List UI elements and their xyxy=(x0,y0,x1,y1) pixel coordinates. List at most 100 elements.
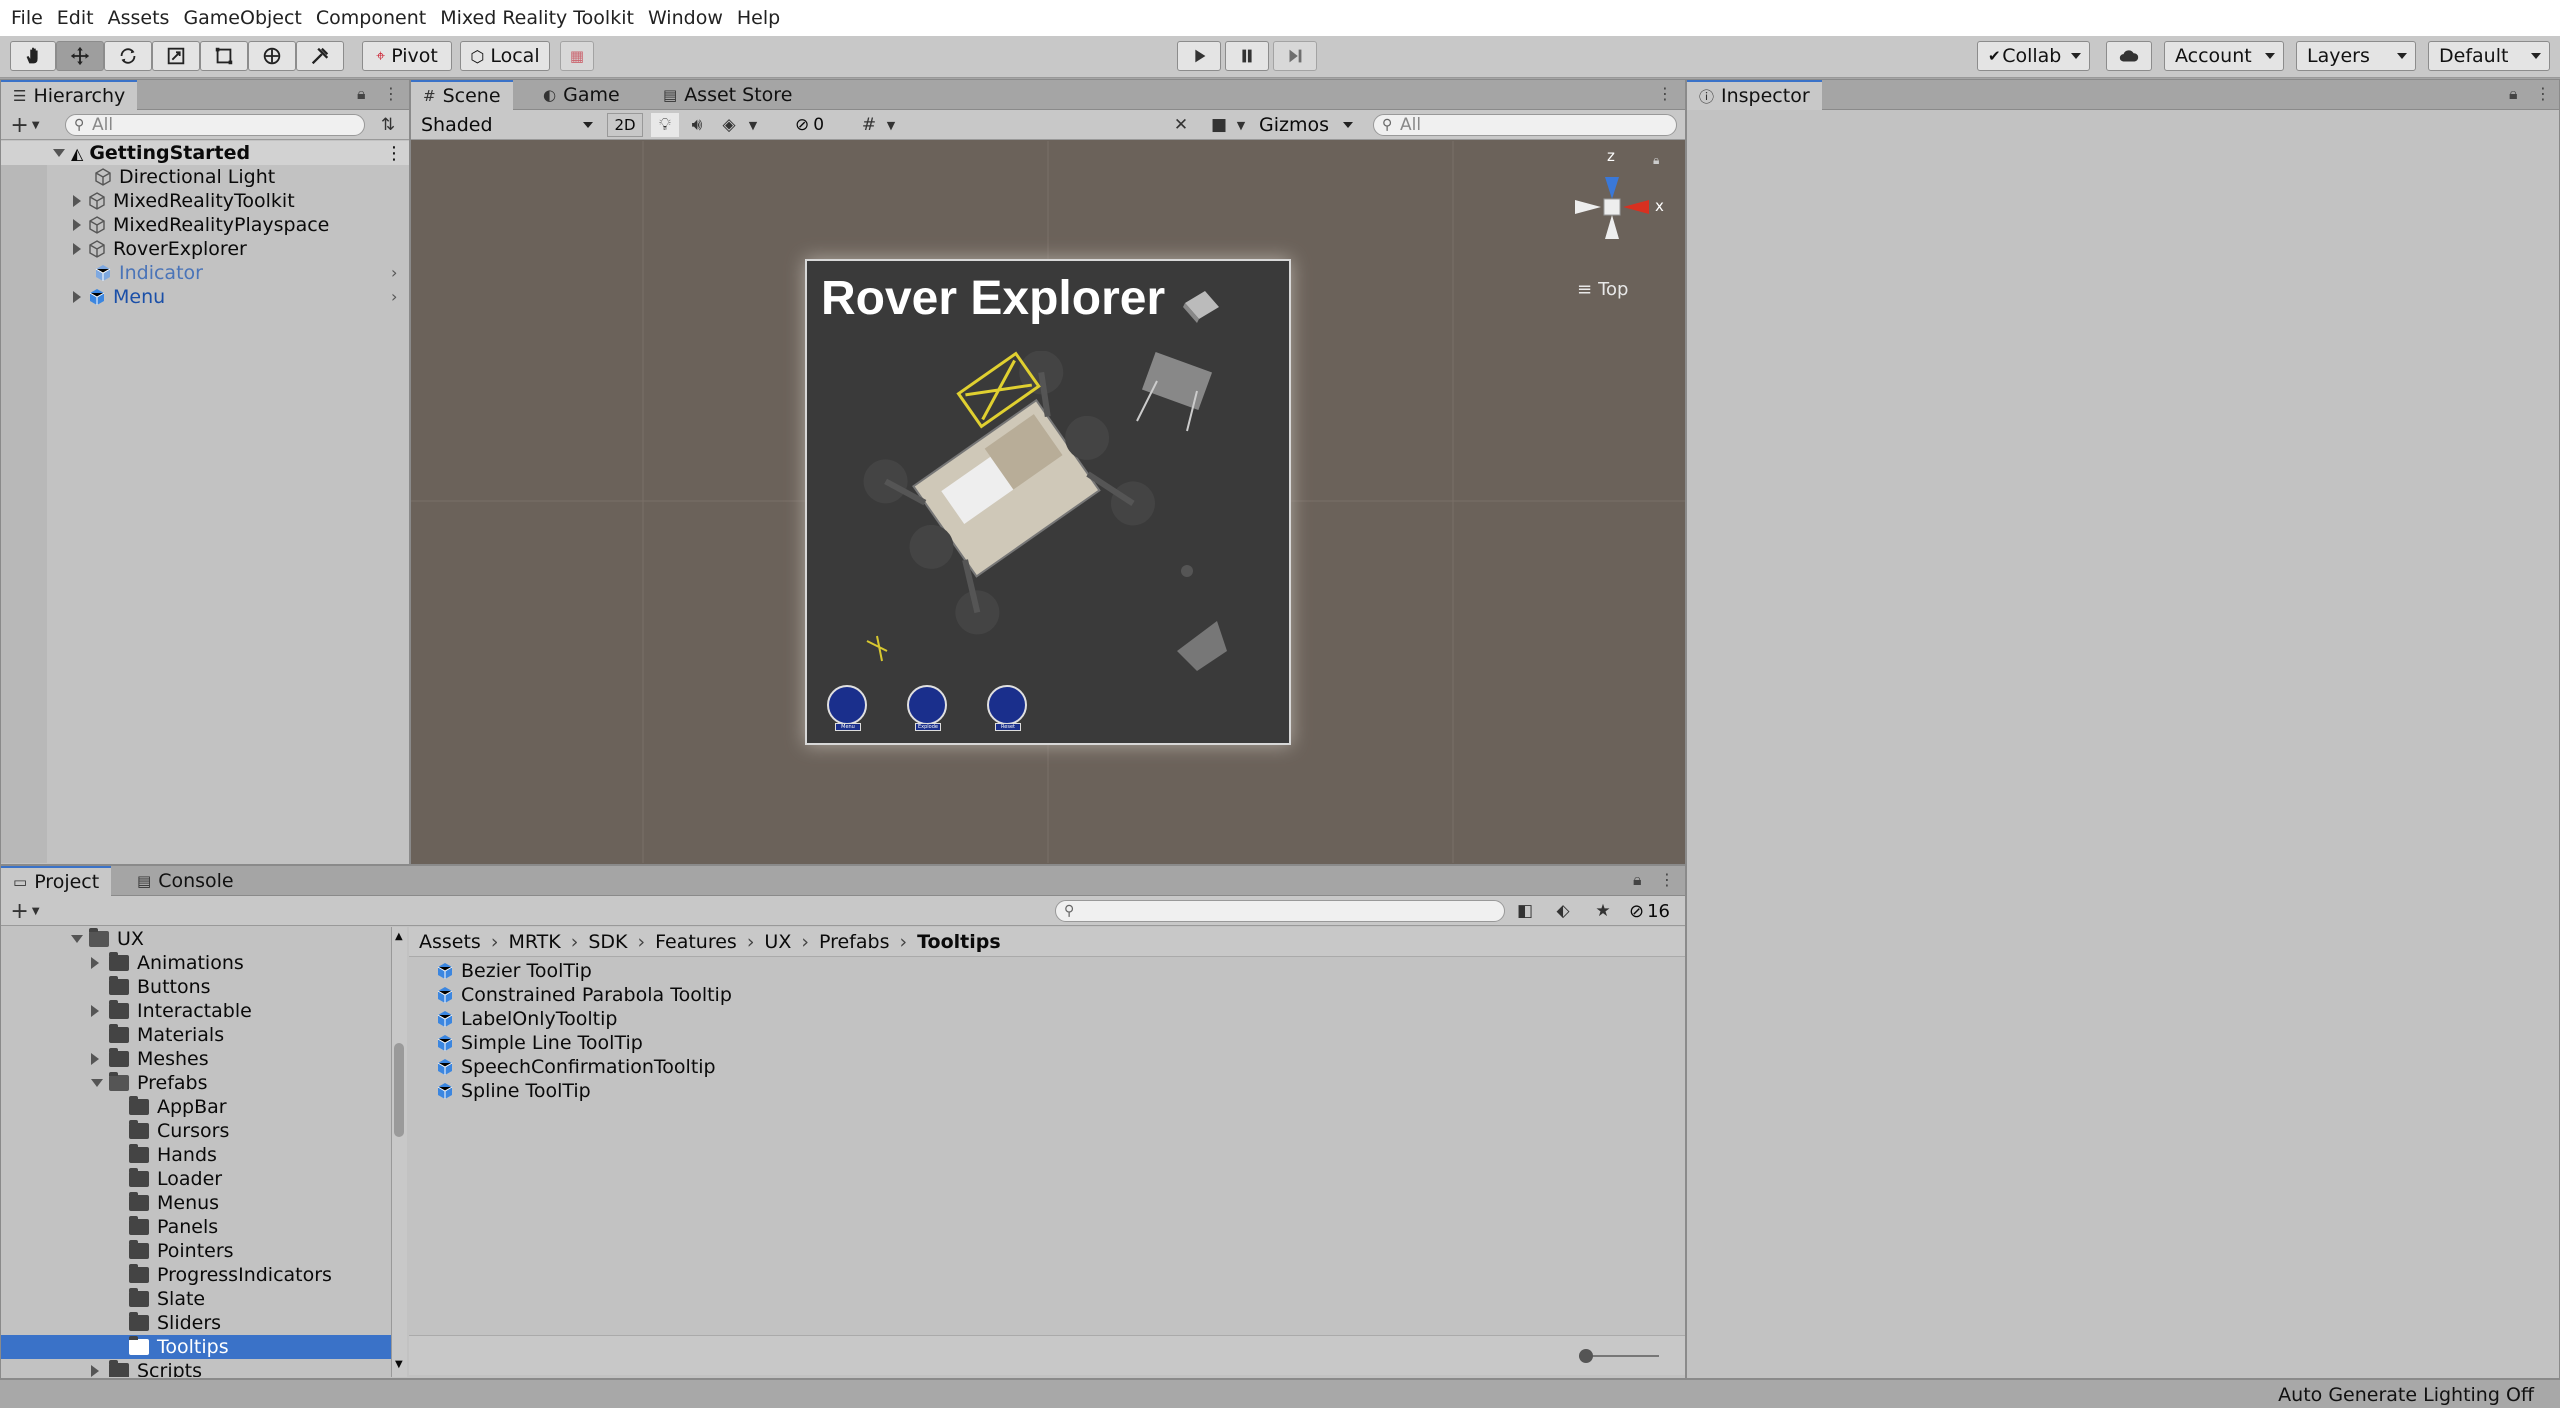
folder-row[interactable]: Slate xyxy=(1,1287,391,1311)
folder-row[interactable]: Loader xyxy=(1,1167,391,1191)
create-asset-button[interactable]: + ▼ xyxy=(7,899,43,924)
hierarchy-item[interactable]: MixedRealityToolkit xyxy=(73,189,295,213)
folder-row[interactable]: UX xyxy=(1,927,391,951)
breadcrumb-item[interactable]: Assets xyxy=(419,931,481,953)
rover-explorer-card[interactable]: Rover Explorer Menu Explode Reset xyxy=(805,259,1291,745)
gizmo-lock-icon[interactable]: 🔒︎ xyxy=(1653,153,1659,168)
menu-file[interactable]: File xyxy=(4,7,50,29)
more-icon[interactable]: ⋮ xyxy=(2535,84,2551,103)
folder-row[interactable]: Prefabs xyxy=(1,1071,391,1095)
tab-inspector[interactable]: ⓘ Inspector xyxy=(1687,80,1822,110)
grid-dropdown-icon[interactable]: ▼ xyxy=(883,113,899,137)
menu-help[interactable]: Help xyxy=(730,7,787,29)
asset-item[interactable]: LabelOnlyTooltip xyxy=(435,1007,617,1031)
asset-item[interactable]: SpeechConfirmationTooltip xyxy=(435,1055,716,1079)
lock-icon[interactable]: 🔒︎ xyxy=(2509,84,2518,104)
expand-arrow[interactable] xyxy=(91,957,99,969)
hierarchy-item[interactable]: Directional Light xyxy=(93,165,275,189)
folder-row[interactable]: Hands xyxy=(1,1143,391,1167)
folder-tree-scrollbar[interactable]: ▲ ▼ xyxy=(391,927,407,1377)
expand-arrow[interactable] xyxy=(73,219,81,231)
camera-dropdown-icon[interactable]: ▼ xyxy=(1233,113,1249,137)
folder-row[interactable]: Menus xyxy=(1,1191,391,1215)
gizmos-dropdown[interactable]: Gizmos xyxy=(1259,113,1354,137)
move-tool-button[interactable] xyxy=(56,41,104,71)
play-button[interactable] xyxy=(1177,41,1221,71)
tab-project[interactable]: ▭ Project xyxy=(1,866,112,896)
asset-item[interactable]: Simple Line ToolTip xyxy=(435,1031,643,1055)
expand-arrow[interactable] xyxy=(71,935,83,943)
breadcrumb-item[interactable]: Tooltips xyxy=(917,931,1001,953)
hierarchy-item[interactable]: Menu xyxy=(73,285,165,309)
tab-scene[interactable]: # Scene xyxy=(411,80,513,110)
explode-round-button[interactable]: Explode xyxy=(907,685,949,735)
effects-icon[interactable]: ◈ xyxy=(715,113,743,137)
tab-console[interactable]: ▤ Console xyxy=(125,866,246,896)
hand-tool-button[interactable] xyxy=(10,41,56,71)
view-label[interactable]: ≡ Top xyxy=(1577,279,1628,300)
lock-icon[interactable]: 🔒︎ xyxy=(357,84,366,104)
folder-row[interactable]: Tooltips xyxy=(1,1335,391,1359)
transform-tool-button[interactable] xyxy=(248,41,296,71)
expand-arrow[interactable] xyxy=(73,195,81,207)
folder-row[interactable]: AppBar xyxy=(1,1095,391,1119)
snap-button[interactable]: ▦ xyxy=(560,41,594,71)
scroll-down-icon[interactable]: ▼ xyxy=(395,1359,403,1370)
collab-dropdown[interactable]: ✔ Collab xyxy=(1977,41,2090,71)
project-search-input[interactable] xyxy=(1055,900,1505,922)
breadcrumb-item[interactable]: Prefabs xyxy=(819,931,890,953)
folder-row[interactable]: ProgressIndicators xyxy=(1,1263,391,1287)
tools-icon[interactable]: ✕ xyxy=(1167,113,1195,137)
cloud-button[interactable] xyxy=(2106,41,2152,71)
filter-type-icon[interactable]: ◧ xyxy=(1511,899,1539,923)
menu-window[interactable]: Window xyxy=(641,7,730,29)
tab-asset-store[interactable]: ▤ Asset Store xyxy=(651,80,804,110)
shading-dropdown[interactable]: Shaded xyxy=(415,113,599,137)
expand-arrow[interactable] xyxy=(73,291,81,303)
expand-arrow[interactable] xyxy=(91,1079,103,1087)
camera-icon[interactable]: ■ xyxy=(1205,113,1233,137)
asset-item[interactable]: Constrained Parabola Tooltip xyxy=(435,983,732,1007)
favorite-icon[interactable]: ★ xyxy=(1589,899,1617,923)
expand-arrow[interactable] xyxy=(91,1005,99,1017)
folder-row[interactable]: Panels xyxy=(1,1215,391,1239)
local-toggle[interactable]: ⬡ Local xyxy=(460,41,550,71)
menu-round-button[interactable]: Menu xyxy=(827,685,869,735)
hierarchy-scene-row[interactable]: ◭ GettingStarted xyxy=(53,141,250,165)
scene-menu-icon[interactable]: ⋮ xyxy=(385,143,403,164)
hierarchy-search-input[interactable]: All xyxy=(65,114,365,136)
label-icon[interactable]: ⬖ xyxy=(1549,899,1577,923)
expand-arrow[interactable] xyxy=(53,149,65,157)
expand-arrow[interactable] xyxy=(91,1365,99,1377)
lighting-status[interactable]: Auto Generate Lighting Off xyxy=(2278,1384,2534,1406)
breadcrumb-item[interactable]: SDK xyxy=(588,931,627,953)
layers-dropdown[interactable]: Layers xyxy=(2296,41,2416,71)
lock-icon[interactable]: 🔒︎ xyxy=(1633,870,1642,890)
scroll-thumb[interactable] xyxy=(394,1043,404,1137)
folder-row[interactable]: Cursors xyxy=(1,1119,391,1143)
pause-button[interactable] xyxy=(1225,41,1269,71)
breadcrumb-item[interactable]: Features xyxy=(655,931,737,953)
expand-arrow[interactable] xyxy=(73,243,81,255)
folder-row[interactable]: Scripts xyxy=(1,1359,391,1377)
more-icon[interactable]: ⋮ xyxy=(1659,870,1675,889)
account-dropdown[interactable]: Account xyxy=(2164,41,2284,71)
pivot-toggle[interactable]: ⌖ Pivot xyxy=(362,41,452,71)
pin-icon[interactable] xyxy=(1179,285,1225,325)
audio-icon[interactable]: 🔊︎ xyxy=(683,113,711,137)
create-button[interactable]: + ▼ xyxy=(7,113,43,138)
more-icon[interactable]: ⋮ xyxy=(383,84,399,103)
chevron-right-icon[interactable]: › xyxy=(391,263,397,282)
menu-mrtk[interactable]: Mixed Reality Toolkit xyxy=(433,7,641,29)
chevron-right-icon[interactable]: › xyxy=(391,287,397,306)
scale-tool-button[interactable] xyxy=(152,41,200,71)
layout-dropdown[interactable]: Default xyxy=(2428,41,2550,71)
icon-size-slider[interactable] xyxy=(1579,1349,1593,1363)
breadcrumb-item[interactable]: UX xyxy=(764,931,791,953)
custom-tool-button[interactable] xyxy=(296,41,344,71)
menu-assets[interactable]: Assets xyxy=(101,7,177,29)
lighting-icon[interactable]: 💡︎ xyxy=(651,113,679,137)
folder-row[interactable]: Sliders xyxy=(1,1311,391,1335)
folder-row[interactable]: Interactable xyxy=(1,999,391,1023)
folder-row[interactable]: Meshes xyxy=(1,1047,391,1071)
